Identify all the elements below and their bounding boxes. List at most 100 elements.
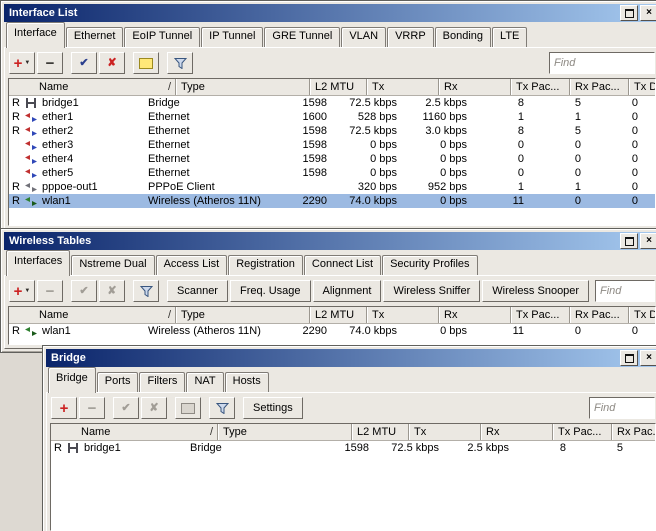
table-row[interactable]: R pppoe-out1 PPPoE Client 320 bps 952 bp… <box>9 180 655 194</box>
table-row[interactable]: R bridge1 Bridge 1598 72.5 kbps 2.5 kbps… <box>9 96 655 110</box>
cell-tx: 72.5 kbps <box>349 97 397 109</box>
tab-bridge[interactable]: Bridge <box>48 367 96 393</box>
find-input[interactable] <box>595 280 655 302</box>
freq-usage-button[interactable]: Freq. Usage <box>229 280 311 302</box>
table-row[interactable]: R bridge1 Bridge 1598 72.5 kbps 2.5 kbps… <box>51 441 655 455</box>
column-header-rx-packet[interactable]: Rx Pac... <box>570 79 629 95</box>
add-button[interactable]: + ▼ <box>9 280 35 302</box>
table-row[interactable]: ether5 Ethernet 1598 0 bps 0 bps 0 0 0 <box>9 166 655 180</box>
filter-button[interactable] <box>133 280 159 302</box>
enable-button[interactable]: ✔ <box>113 397 139 419</box>
cell-tx: 0 bps <box>370 167 397 179</box>
close-button[interactable]: × <box>640 350 656 366</box>
wireless-sniffer-button[interactable]: Wireless Sniffer <box>383 280 481 302</box>
cell-tx-packet: 8 <box>517 97 524 109</box>
cross-icon: ✘ <box>149 401 159 414</box>
tab-vlan[interactable]: VLAN <box>341 27 387 47</box>
tab-security-profiles[interactable]: Security Profiles <box>382 255 478 275</box>
enable-button[interactable]: ✔ <box>71 280 97 302</box>
table-row[interactable]: ether4 Ethernet 1598 0 bps 0 bps 0 0 0 <box>9 152 655 166</box>
tab-ip-tunnel[interactable]: IP Tunnel <box>201 27 264 47</box>
maximize-button[interactable] <box>620 5 638 21</box>
wireless-snooper-button[interactable]: Wireless Snooper <box>482 280 590 302</box>
remove-button[interactable]: − <box>37 52 63 74</box>
tab-access-list[interactable]: Access List <box>155 255 228 275</box>
tab-eoip-tunnel[interactable]: EoIP Tunnel <box>124 27 201 47</box>
tab-ethernet[interactable]: Ethernet <box>65 27 124 47</box>
interface-name: wlan1 <box>42 195 71 207</box>
column-header-tx[interactable]: Tx <box>367 79 439 95</box>
enable-button[interactable]: ✔ <box>71 52 97 74</box>
column-header-name[interactable]: Name / <box>9 307 176 323</box>
column-header-tx-packet[interactable]: Tx Pac... <box>511 79 570 95</box>
column-header-tx-drops[interactable]: Tx Drops <box>629 79 655 95</box>
column-header-l2mtu[interactable]: L2 MTU <box>310 79 367 95</box>
column-header-rx-packet[interactable]: Rx Pac... <box>612 424 655 440</box>
column-header-rx[interactable]: Rx <box>439 79 511 95</box>
disable-button[interactable]: ✘ <box>99 280 125 302</box>
column-header-rx[interactable]: Rx <box>439 307 511 323</box>
column-header-name[interactable]: Name / <box>51 424 218 440</box>
table-row[interactable]: R ether2 Ethernet 1598 72.5 kbps 3.0 kbp… <box>9 124 655 138</box>
column-header-type[interactable]: Type <box>176 307 310 323</box>
find-input[interactable] <box>589 397 655 419</box>
tab-hosts[interactable]: Hosts <box>224 372 269 392</box>
column-header-tx-drops[interactable]: Tx Drops <box>629 307 655 323</box>
column-header-tx[interactable]: Tx <box>409 424 481 440</box>
column-header-rx-packet[interactable]: Rx Pac... <box>570 307 629 323</box>
close-button[interactable]: × <box>640 5 656 21</box>
close-button[interactable]: × <box>640 233 656 249</box>
column-header-tx-packet[interactable]: Tx Pac... <box>553 424 612 440</box>
column-header-l2mtu[interactable]: L2 MTU <box>352 424 409 440</box>
add-button[interactable]: + <box>51 397 77 419</box>
filter-button[interactable] <box>167 52 193 74</box>
tab-interface[interactable]: Interface <box>6 22 65 48</box>
column-header-l2mtu[interactable]: L2 MTU <box>310 307 367 323</box>
column-header-tx[interactable]: Tx <box>367 307 439 323</box>
cell-rx: 0 bps <box>440 195 467 207</box>
tab-vrrp[interactable]: VRRP <box>387 27 434 47</box>
cell-name: R ether2 <box>9 124 144 138</box>
tab-interfaces[interactable]: Interfaces <box>6 250 71 276</box>
tab-connect-list[interactable]: Connect List <box>303 255 382 275</box>
column-header-rx[interactable]: Rx <box>481 424 553 440</box>
table-row[interactable]: ether3 Ethernet 1598 0 bps 0 bps 0 0 0 <box>9 138 655 152</box>
screen: Interface List × Interface Ethernet EoIP… <box>0 0 656 531</box>
filter-button[interactable] <box>209 397 235 419</box>
tab-ports[interactable]: Ports <box>96 372 139 392</box>
add-button[interactable]: + ▼ <box>9 52 35 74</box>
scanner-button[interactable]: Scanner <box>167 280 228 302</box>
column-header-tx-packet[interactable]: Tx Pac... <box>511 307 570 323</box>
tab-bonding[interactable]: Bonding <box>434 27 492 47</box>
titlebar[interactable]: Bridge × <box>46 349 656 367</box>
remove-button[interactable]: − <box>79 397 105 419</box>
alignment-button[interactable]: Alignment <box>312 280 382 302</box>
maximize-button[interactable] <box>620 233 638 249</box>
remove-button[interactable]: − <box>37 280 63 302</box>
funnel-icon <box>173 57 187 69</box>
cell-type: PPPoE Client <box>148 181 215 193</box>
titlebar[interactable]: Wireless Tables × <box>4 232 656 250</box>
titlebar[interactable]: Interface List × <box>4 4 656 22</box>
column-header-type[interactable]: Type <box>176 79 310 95</box>
table-row-selected[interactable]: R wlan1 Wireless (Atheros 11N) 2290 74.0… <box>9 194 655 208</box>
tab-filters[interactable]: Filters <box>139 372 186 392</box>
settings-button[interactable]: Settings <box>243 397 303 419</box>
tab-registration[interactable]: Registration <box>228 255 303 275</box>
column-header-name[interactable]: Name / <box>9 79 176 95</box>
comment-button[interactable] <box>133 52 159 74</box>
disable-button[interactable]: ✘ <box>99 52 125 74</box>
tab-gre-tunnel[interactable]: GRE Tunnel <box>264 27 341 47</box>
tab-nstreme-dual[interactable]: Nstreme Dual <box>71 255 155 275</box>
tab-lte[interactable]: LTE <box>492 27 528 47</box>
table-row[interactable]: R wlan1 Wireless (Atheros 11N) 2290 74.0… <box>9 324 655 338</box>
disable-button[interactable]: ✘ <box>141 397 167 419</box>
column-header-type[interactable]: Type <box>218 424 352 440</box>
tab-nat[interactable]: NAT <box>186 372 224 392</box>
running-flag: R <box>12 111 20 123</box>
find-input[interactable] <box>549 52 655 74</box>
comment-button[interactable] <box>175 397 201 419</box>
maximize-button[interactable] <box>620 350 638 366</box>
table-row[interactable]: R ether1 Ethernet 1600 528 bps 1160 bps … <box>9 110 655 124</box>
column-label: Name <box>81 426 111 438</box>
